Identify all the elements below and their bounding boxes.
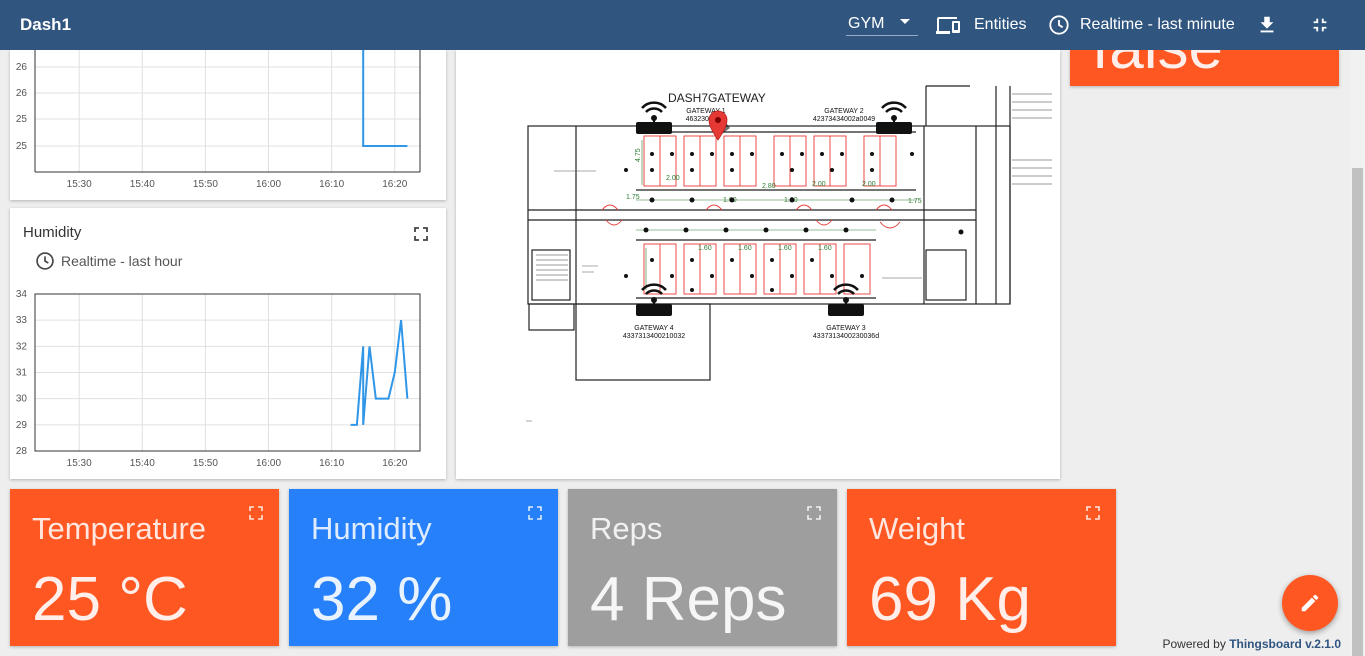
- series-line: [362, 50, 408, 147]
- dimension-label: 2.00: [862, 181, 876, 188]
- dimension-label: 1.75: [626, 194, 640, 201]
- dimension-label: 1.60: [778, 245, 792, 252]
- weight-value: 69 Kg: [869, 565, 1032, 634]
- status-value: false: [1092, 50, 1223, 83]
- y-tick-label: 26: [16, 62, 28, 73]
- x-tick-label: 16:20: [382, 179, 407, 190]
- y-tick-label: 26: [16, 88, 28, 99]
- x-tick-label: 16:00: [256, 179, 281, 190]
- x-tick-label: 16:20: [382, 458, 407, 469]
- temperature-value: 25 °C: [32, 565, 188, 634]
- dimension-label: 1.60: [698, 245, 712, 252]
- entity-alias-value: GYM: [848, 14, 885, 32]
- temperature-line-chart: 15:30 15:40 15:50 16:00 16:10 16:20 25 25 26 26: [16, 50, 421, 190]
- gateway-4-icon[interactable]: [636, 283, 672, 316]
- y-tick-label: 31: [16, 368, 28, 379]
- dimension-label: 1.60: [818, 245, 832, 252]
- x-tick-label: 15:40: [130, 458, 155, 469]
- y-tick-label: 28: [16, 446, 28, 457]
- gateway-2-id: 42373434002a0049: [813, 116, 875, 123]
- floorplan-image[interactable]: 2.00 1.00 2.80 2.00 2.00 1.75 1.75 1.60 …: [456, 50, 1060, 479]
- y-tick-label: 30: [16, 394, 28, 405]
- entities-button[interactable]: Entities: [936, 0, 1026, 50]
- gateway-1-icon[interactable]: [636, 101, 672, 134]
- dimension-label: 1.75: [908, 198, 922, 205]
- x-tick-label: 15:30: [67, 458, 92, 469]
- timewindow-label: Realtime - last minute: [1080, 16, 1235, 33]
- humidity-value: 32 %: [311, 565, 453, 634]
- floorplan-map-card[interactable]: 2.00 1.00 2.80 2.00 2.00 1.75 1.75 1.60 …: [456, 50, 1060, 479]
- gateway-2-name: GATEWAY 2: [824, 108, 864, 115]
- clock-icon: [1049, 15, 1069, 35]
- x-tick-label: 15:50: [193, 458, 218, 469]
- powered-brand-link[interactable]: Thingsboard v.2.1.0: [1229, 637, 1341, 651]
- dimension-label: 2.80: [762, 183, 776, 190]
- gateway-2-icon[interactable]: [876, 101, 912, 134]
- timewindow-button[interactable]: Realtime - last minute: [1048, 0, 1235, 50]
- x-tick-label: 16:00: [256, 458, 281, 469]
- pencil-icon: [1301, 594, 1319, 612]
- fullscreen-icon[interactable]: [1086, 506, 1100, 520]
- powered-by: Powered by Thingsboard v.2.1.0: [1162, 637, 1341, 651]
- x-tick-label: 16:10: [319, 179, 344, 190]
- dimension-label: 2.00: [812, 181, 826, 188]
- y-tick-label: 32: [16, 341, 28, 352]
- fullscreen-icon[interactable]: [528, 506, 542, 520]
- x-tick-label: 15:30: [67, 179, 92, 190]
- x-tick-label: 16:10: [319, 458, 344, 469]
- entity-alias-select[interactable]: GYM: [846, 12, 918, 36]
- gateway-3-icon[interactable]: [828, 283, 864, 316]
- edit-dashboard-button[interactable]: [1282, 575, 1338, 631]
- dashboard-toolbar: Dash1 GYM Entities Realtime - last minut…: [0, 0, 1365, 50]
- gateway-3-name: GATEWAY 3: [826, 325, 866, 332]
- y-tick-label: 29: [16, 420, 28, 431]
- scrollbar-thumb[interactable]: [1352, 168, 1363, 656]
- card-title: Reps: [590, 511, 663, 546]
- powered-prefix: Powered by: [1162, 637, 1230, 651]
- x-tick-label: 15:40: [130, 179, 155, 190]
- x-tick-label: 15:50: [193, 179, 218, 190]
- weight-value-card: Weight 69 Kg: [847, 489, 1116, 646]
- dimension-label: 1.60: [738, 245, 752, 252]
- card-title: Temperature: [32, 511, 207, 546]
- gateway-3-id: 4337313400230036d: [813, 333, 879, 340]
- entities-label: Entities: [974, 16, 1027, 33]
- humidity-chart-card: Humidity Realtime - last hour 15:30 15:40…: [10, 208, 446, 479]
- y-tick-label: 25: [16, 141, 28, 152]
- y-tick-label: 33: [16, 315, 28, 326]
- y-tick-label: 34: [16, 289, 28, 300]
- fullscreen-icon[interactable]: [249, 506, 263, 520]
- download-icon: [1260, 16, 1274, 33]
- reps-value: 4 Reps: [590, 565, 787, 634]
- y-tick-label: 25: [16, 114, 28, 125]
- export-button[interactable]: [1256, 0, 1278, 50]
- temperature-value-card: Temperature 25 °C: [10, 489, 279, 646]
- card-title: Humidity: [311, 511, 432, 546]
- temperature-chart-card: 15:30 15:40 15:50 16:00 16:10 16:20 25 25 26 26: [10, 50, 446, 200]
- dimension-label: 4.75: [635, 148, 642, 162]
- devices-icon: [936, 17, 960, 34]
- dimension-label: 2.00: [666, 175, 680, 182]
- dashboard-title: Dash1: [20, 15, 72, 34]
- reps-value-card: Reps 4 Reps: [568, 489, 837, 646]
- gateway-4-id: 4337313400210032: [623, 333, 685, 340]
- humidity-value-card: Humidity 32 %: [289, 489, 558, 646]
- humidity-line-chart: 15:30 15:40 15:50 16:00 16:10 16:20 28 29 30 31 32…: [16, 289, 421, 469]
- fullscreen-exit-icon: [1313, 18, 1327, 32]
- chevron-down-icon: [900, 19, 910, 24]
- vertical-scrollbar[interactable]: [1350, 50, 1365, 656]
- fullscreen-icon[interactable]: [807, 506, 821, 520]
- gateway-4-name: GATEWAY 4: [634, 325, 674, 332]
- exit-fullscreen-button[interactable]: [1309, 0, 1331, 50]
- gateway-header-label: DASH7GATEWAY: [668, 91, 766, 105]
- card-title: Weight: [869, 511, 965, 546]
- status-value-card: false: [1070, 50, 1339, 86]
